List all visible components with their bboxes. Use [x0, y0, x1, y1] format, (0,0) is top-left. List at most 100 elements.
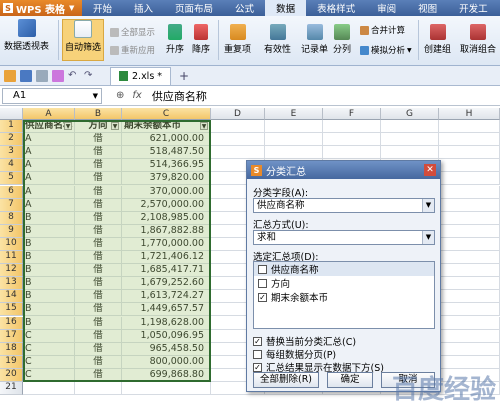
cell[interactable]	[439, 120, 500, 134]
row-header[interactable]: 16	[0, 316, 23, 330]
cell[interactable]	[439, 329, 500, 343]
cell[interactable]: 借	[75, 290, 122, 304]
column-header[interactable]: C	[122, 108, 211, 120]
cell[interactable]: 621,000.00	[122, 133, 211, 147]
cell[interactable]: ▼ 供应商名称	[23, 120, 75, 134]
menu-item[interactable]: 开发工	[448, 0, 499, 16]
create-group-button[interactable]: 创建组	[424, 24, 451, 55]
cell[interactable]: 借	[75, 237, 122, 251]
cell[interactable]	[439, 198, 500, 212]
cell[interactable]: 借	[75, 277, 122, 291]
validity-button[interactable]: 有效性	[264, 24, 291, 55]
preview-icon[interactable]	[52, 69, 64, 82]
cell[interactable]	[265, 120, 323, 134]
show-all-button[interactable]: 全部显示	[110, 26, 155, 38]
row-header[interactable]: 8	[0, 211, 23, 225]
row-header[interactable]: 14	[0, 290, 23, 304]
menu-item[interactable]: 审阅	[366, 0, 407, 16]
row-header[interactable]: 19	[0, 355, 23, 369]
row-header[interactable]: 12	[0, 264, 23, 278]
cell[interactable]	[439, 277, 500, 291]
cell[interactable]: C	[23, 355, 75, 369]
column-header[interactable]: E	[265, 108, 323, 120]
cell[interactable]: 借	[75, 211, 122, 225]
row-header[interactable]: 10	[0, 237, 23, 251]
redo-icon[interactable]: ↷	[84, 70, 96, 82]
cell[interactable]: 514,366.95	[122, 159, 211, 173]
column-header[interactable]: H	[439, 108, 500, 120]
cell[interactable]	[439, 303, 500, 317]
cell[interactable]	[122, 382, 211, 396]
sort-descending-button[interactable]: 降序	[192, 24, 210, 55]
cell[interactable]: 借	[75, 368, 122, 382]
cell[interactable]: 2,570,000.00	[122, 198, 211, 212]
cell[interactable]: 1,867,882.88	[122, 224, 211, 238]
remove-all-button[interactable]: 全部删除(R)	[253, 372, 319, 388]
cell[interactable]: 借	[75, 329, 122, 343]
list-item[interactable]: 方向	[254, 276, 434, 290]
cell[interactable]: 借	[75, 316, 122, 330]
cell[interactable]: B	[23, 224, 75, 238]
cell[interactable]: 借	[75, 146, 122, 160]
row-header[interactable]: 20	[0, 368, 23, 382]
cell[interactable]: 370,000.00	[122, 185, 211, 199]
app-menu-button[interactable]: S WPS 表格 ▼	[0, 0, 82, 16]
cell[interactable]	[323, 146, 381, 160]
row-header[interactable]: 6	[0, 185, 23, 199]
row-header[interactable]: 15	[0, 303, 23, 317]
row-header[interactable]: 13	[0, 277, 23, 291]
cell[interactable]: B	[23, 303, 75, 317]
open-icon[interactable]	[4, 69, 16, 82]
cell[interactable]: 借	[75, 303, 122, 317]
row-header[interactable]: 21	[0, 382, 23, 396]
column-header[interactable]: F	[323, 108, 381, 120]
checkbox[interactable]	[258, 264, 267, 274]
record-form-button[interactable]: 记录单	[301, 24, 328, 55]
cell[interactable]	[323, 120, 381, 134]
consolidate-button[interactable]: 合并计算	[360, 24, 405, 36]
sort-ascending-button[interactable]: 升序	[166, 24, 184, 55]
cell[interactable]: 800,000.00	[122, 355, 211, 369]
function-select[interactable]: 求和 ▼	[253, 230, 435, 245]
group-field-select[interactable]: 供应商名称 ▼	[253, 198, 435, 213]
new-tab-icon[interactable]: +	[179, 69, 189, 83]
cell[interactable]	[439, 211, 500, 225]
checkbox[interactable]: ✓	[258, 292, 267, 302]
cell[interactable]: 借	[75, 264, 122, 278]
cell[interactable]: 1,050,096.95	[122, 329, 211, 343]
cell[interactable]: B	[23, 316, 75, 330]
cell[interactable]: 借	[75, 224, 122, 238]
fx-button[interactable]: fx	[132, 90, 141, 101]
ungroup-button[interactable]: 取消组合	[460, 24, 496, 55]
cell[interactable]: 965,458.50	[122, 342, 211, 356]
cell[interactable]	[439, 146, 500, 160]
cell[interactable]: ▼ 期末余额本币	[122, 120, 211, 134]
cell[interactable]	[323, 133, 381, 147]
checkbox[interactable]	[258, 278, 267, 288]
cell[interactable]: 1,721,406.12	[122, 251, 211, 265]
checkbox[interactable]	[253, 349, 262, 359]
cell[interactable]	[439, 251, 500, 265]
zoom-icon[interactable]: ⊕	[116, 90, 124, 101]
menu-item[interactable]: 视图	[407, 0, 448, 16]
cell[interactable]	[439, 264, 500, 278]
cell[interactable]: 借	[75, 355, 122, 369]
row-header[interactable]: 4	[0, 159, 23, 173]
checkbox[interactable]: ✓	[253, 336, 262, 346]
cell[interactable]	[75, 382, 122, 396]
column-header[interactable]: A	[23, 108, 75, 120]
cell[interactable]	[439, 316, 500, 330]
cell[interactable]: 379,820.00	[122, 172, 211, 186]
cell[interactable]: 借	[75, 159, 122, 173]
document-tab[interactable]: 2.xls *	[110, 66, 172, 85]
dialog-titlebar[interactable]: S 分类汇总 ✕	[247, 161, 440, 179]
cell[interactable]	[265, 146, 323, 160]
cell[interactable]: A	[23, 185, 75, 199]
row-header[interactable]: 17	[0, 329, 23, 343]
reapply-button[interactable]: 重新应用	[110, 44, 155, 56]
cell[interactable]: 1,679,252.60	[122, 277, 211, 291]
cell[interactable]	[381, 120, 439, 134]
cell[interactable]	[381, 133, 439, 147]
cell[interactable]: 1,198,628.00	[122, 316, 211, 330]
row-header[interactable]: 3	[0, 146, 23, 160]
